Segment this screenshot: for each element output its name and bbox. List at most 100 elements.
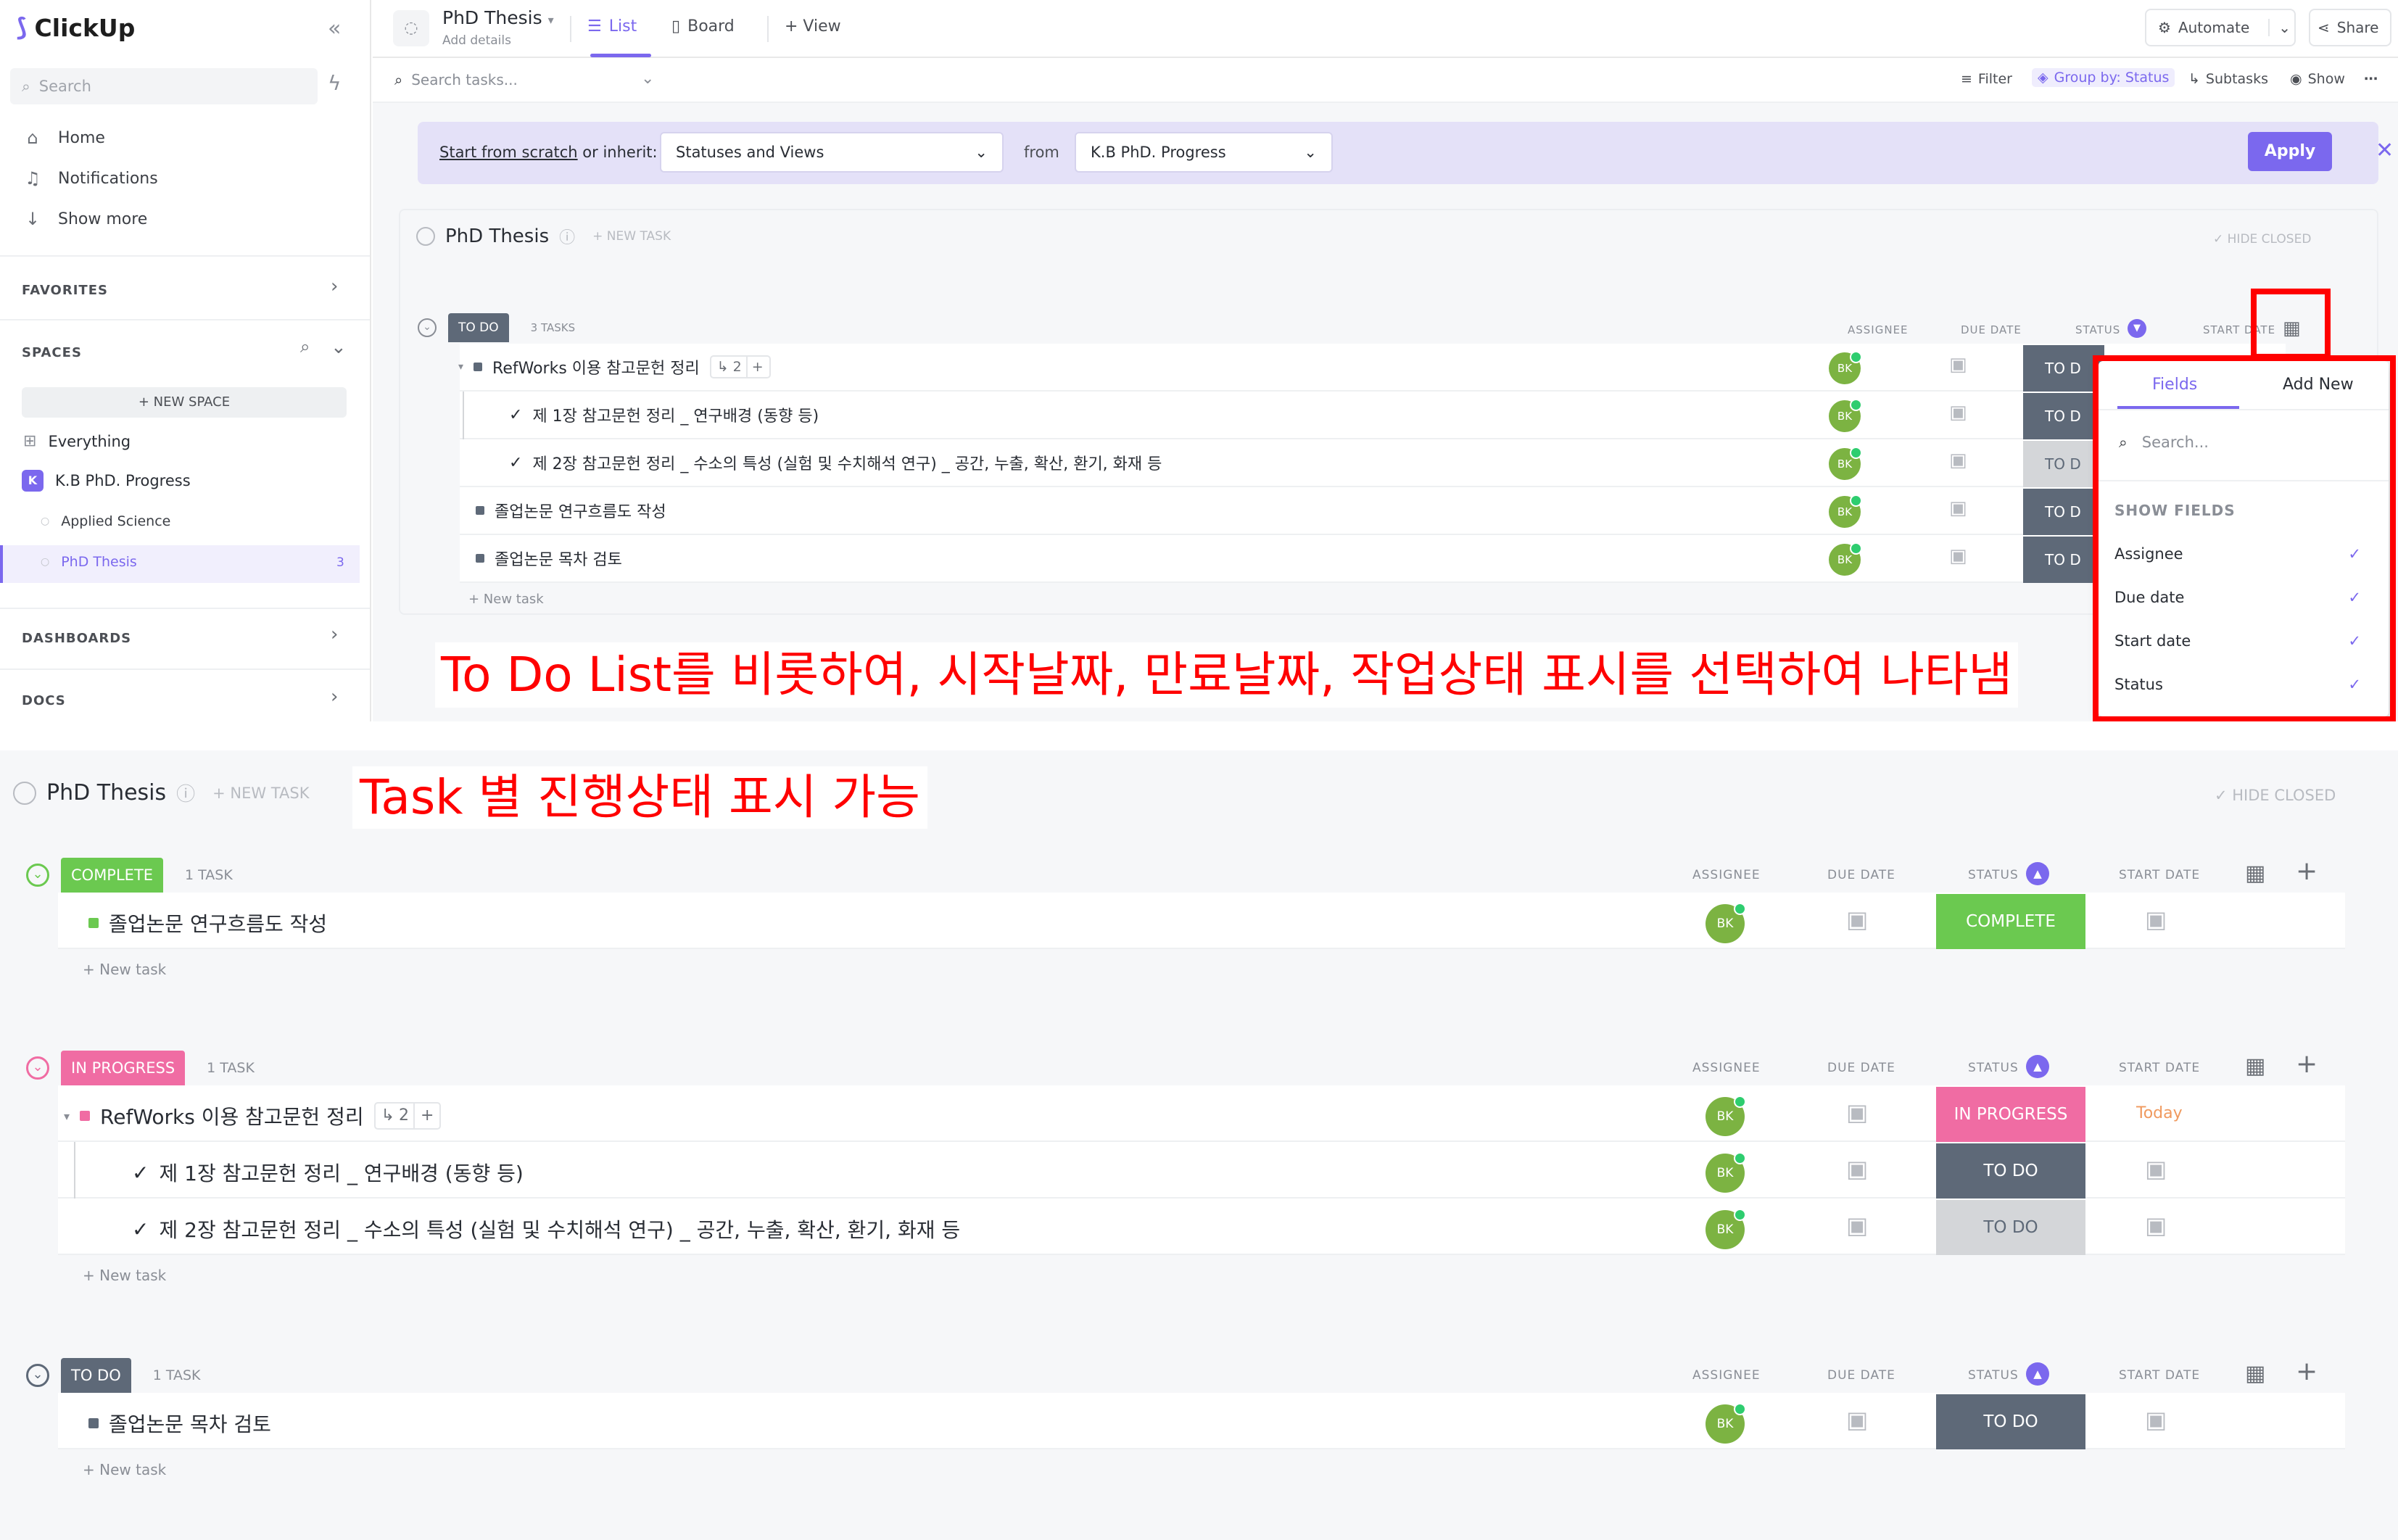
status-cell[interactable]: IN PROGRESS bbox=[1936, 1087, 2085, 1142]
column-due-date[interactable]: DUE DATE bbox=[1827, 1061, 1895, 1075]
list-name[interactable]: PhD Thesis bbox=[445, 225, 549, 247]
start-date-icon[interactable]: ▣ bbox=[2145, 1155, 2167, 1183]
column-status[interactable]: STATUS bbox=[1968, 1368, 2019, 1383]
show-button[interactable]: ◉ Show bbox=[2290, 71, 2345, 87]
column-assignee[interactable]: ASSIGNEE bbox=[1848, 323, 1909, 336]
task-name[interactable]: 졸업논문 목차 검토 bbox=[476, 547, 622, 570]
subtask-count[interactable]: ↳ 2 + bbox=[709, 355, 771, 378]
calendar-icon[interactable]: ▣ bbox=[1949, 354, 1967, 376]
avatar[interactable]: BK bbox=[1706, 1403, 1746, 1444]
avatar[interactable]: BK bbox=[1829, 494, 1862, 528]
section-docs[interactable]: DOCS bbox=[22, 693, 66, 708]
check-icon[interactable]: ✓ bbox=[509, 406, 522, 424]
share-button[interactable]: ⋖ Share bbox=[2309, 9, 2391, 46]
chevron-right-icon[interactable]: › bbox=[331, 276, 338, 297]
column-assignee[interactable]: ASSIGNEE bbox=[1692, 868, 1761, 882]
chevron-down-icon[interactable]: ⌄ bbox=[2268, 19, 2291, 36]
collapse-circle-icon[interactable] bbox=[13, 781, 36, 805]
sidebar-item-applied-science[interactable]: ○ Applied Science bbox=[41, 513, 170, 529]
plus-icon[interactable]: + bbox=[745, 357, 764, 377]
chevron-down-icon[interactable]: ⌄ bbox=[331, 336, 347, 358]
column-status[interactable]: STATUS bbox=[2075, 323, 2120, 336]
check-icon[interactable]: ✓ bbox=[132, 1217, 149, 1241]
status-square-icon[interactable] bbox=[88, 1418, 99, 1428]
chevron-down-icon[interactable]: ⌄ bbox=[26, 1056, 49, 1080]
filter-button[interactable]: ≡ Filter bbox=[1961, 71, 2012, 87]
status-cell[interactable]: COMPLETE bbox=[1936, 894, 2085, 949]
sidebar-item-kb-progress[interactable]: K K.B PhD. Progress bbox=[22, 470, 191, 492]
hide-closed-toggle[interactable]: ✓ HIDE CLOSED bbox=[2213, 232, 2311, 247]
calendar-icon[interactable]: ▣ bbox=[1846, 1098, 1868, 1126]
column-due-date[interactable]: DUE DATE bbox=[1827, 868, 1895, 882]
sort-icon[interactable]: ▲ bbox=[2026, 1055, 2049, 1078]
status-cell[interactable]: TO DO bbox=[1936, 1143, 2085, 1199]
calendar-icon[interactable]: ▣ bbox=[1846, 906, 1868, 933]
status-square-icon[interactable] bbox=[476, 506, 484, 515]
new-task-link[interactable]: + New task bbox=[83, 1267, 166, 1284]
group-by-button[interactable]: ◈ Group by: Status bbox=[2032, 68, 2175, 87]
start-date-icon[interactable]: ▣ bbox=[2145, 906, 2167, 933]
add-details[interactable]: Add details bbox=[442, 33, 511, 48]
logo[interactable]: ⟆ ClickUp bbox=[16, 13, 135, 42]
calendar-icon[interactable]: ▣ bbox=[1949, 402, 1967, 423]
sidebar-search-input[interactable]: ⌕ Search bbox=[10, 68, 318, 104]
caret-down-icon[interactable]: ▾ bbox=[64, 1109, 70, 1123]
avatar[interactable]: BK bbox=[1706, 1152, 1746, 1193]
task-name[interactable]: 졸업논문 연구흐름도 작성 bbox=[88, 908, 327, 937]
add-column-icon[interactable]: + bbox=[2296, 1049, 2318, 1079]
table-columns-icon[interactable]: ▦ bbox=[2245, 1053, 2265, 1079]
inherit-select[interactable]: Statuses and Views ⌄ bbox=[660, 132, 1004, 173]
column-due-date[interactable]: DUE DATE bbox=[1961, 323, 2022, 336]
sidebar-item-home[interactable]: ⌂ Home bbox=[23, 128, 105, 148]
status-badge[interactable]: TO DO bbox=[448, 313, 509, 342]
list-name[interactable]: PhD Thesis bbox=[46, 780, 166, 806]
subtasks-button[interactable]: ↳ Subtasks bbox=[2188, 71, 2268, 87]
avatar[interactable]: BK bbox=[1706, 903, 1746, 943]
subtask-count[interactable]: ↳ 2 + bbox=[373, 1102, 442, 1130]
calendar-icon[interactable]: ▣ bbox=[1949, 450, 1967, 471]
avatar[interactable]: BK bbox=[1829, 447, 1862, 480]
task-name[interactable]: ✓ 제 2장 참고문헌 정리 _ 수소의 특성 (실험 및 수치해석 연구) _… bbox=[132, 1214, 960, 1243]
column-due-date[interactable]: DUE DATE bbox=[1827, 1368, 1895, 1383]
status-badge[interactable]: COMPLETE bbox=[61, 858, 164, 893]
sidebar-item-show-more[interactable]: ↓ Show more bbox=[23, 209, 147, 229]
column-assignee[interactable]: ASSIGNEE bbox=[1692, 1061, 1761, 1075]
check-icon[interactable]: ✓ bbox=[509, 454, 522, 472]
table-columns-icon[interactable]: ▦ bbox=[2245, 861, 2265, 886]
task-name[interactable]: ✓ 제 2장 참고문헌 정리 _ 수소의 특성 (실험 및 수치해석 연구) _… bbox=[509, 451, 1162, 474]
collapse-sidebar-icon[interactable]: « bbox=[328, 16, 341, 41]
start-date-value[interactable]: Today bbox=[2136, 1104, 2183, 1122]
sort-icon[interactable]: ▲ bbox=[2026, 862, 2049, 885]
task-name[interactable]: 졸업논문 연구흐름도 작성 bbox=[476, 499, 666, 522]
column-start-date[interactable]: START DATE bbox=[2119, 1368, 2200, 1383]
status-square-icon[interactable] bbox=[88, 918, 99, 928]
search-icon[interactable]: ⌕ bbox=[300, 336, 310, 357]
close-icon[interactable]: ✕ bbox=[2376, 138, 2394, 163]
status-square-icon[interactable] bbox=[474, 363, 483, 371]
start-date-icon[interactable]: ▣ bbox=[2145, 1212, 2167, 1239]
task-name[interactable]: ✓ 제 1장 참고문헌 정리 _ 연구배경 (동향 등) bbox=[132, 1158, 524, 1187]
calendar-icon[interactable]: ▣ bbox=[1846, 1212, 1868, 1239]
calendar-icon[interactable]: ▣ bbox=[1846, 1155, 1868, 1183]
task-name[interactable]: ▾ RefWorks 이용 참고문헌 정리 ↳ 2 + bbox=[64, 1101, 442, 1130]
plus-icon[interactable]: + bbox=[413, 1104, 434, 1128]
chevron-down-icon[interactable]: ⌄ bbox=[641, 70, 654, 88]
start-from-scratch-link[interactable]: Start from scratch bbox=[439, 144, 578, 161]
calendar-icon[interactable]: ▣ bbox=[1846, 1406, 1868, 1433]
add-column-icon[interactable]: + bbox=[2296, 856, 2318, 886]
avatar[interactable]: BK bbox=[1829, 351, 1862, 384]
hide-closed-toggle[interactable]: ✓ HIDE CLOSED bbox=[2215, 787, 2336, 804]
sidebar-item-everything[interactable]: ⊞ Everything bbox=[23, 432, 131, 450]
task-name[interactable]: ▾ RefWorks 이용 참고문헌 정리 ↳ 2 + bbox=[458, 355, 771, 378]
table-columns-icon[interactable]: ▦ bbox=[2245, 1361, 2265, 1386]
section-spaces[interactable]: SPACES bbox=[22, 345, 82, 360]
status-badge[interactable]: IN PROGRESS bbox=[61, 1051, 186, 1085]
chevron-down-icon[interactable]: ⌄ bbox=[26, 1364, 49, 1387]
task-name[interactable]: ✓ 제 1장 참고문헌 정리 _ 연구배경 (동향 등) bbox=[509, 403, 819, 426]
calendar-icon[interactable]: ▣ bbox=[1949, 545, 1967, 567]
new-task-link[interactable]: + New task bbox=[83, 1461, 166, 1478]
page-title[interactable]: PhD Thesis ▾ bbox=[442, 7, 554, 28]
status-badge[interactable]: TO DO bbox=[61, 1358, 131, 1393]
chevron-right-icon[interactable]: › bbox=[331, 624, 338, 645]
new-space-button[interactable]: + NEW SPACE bbox=[22, 387, 347, 418]
